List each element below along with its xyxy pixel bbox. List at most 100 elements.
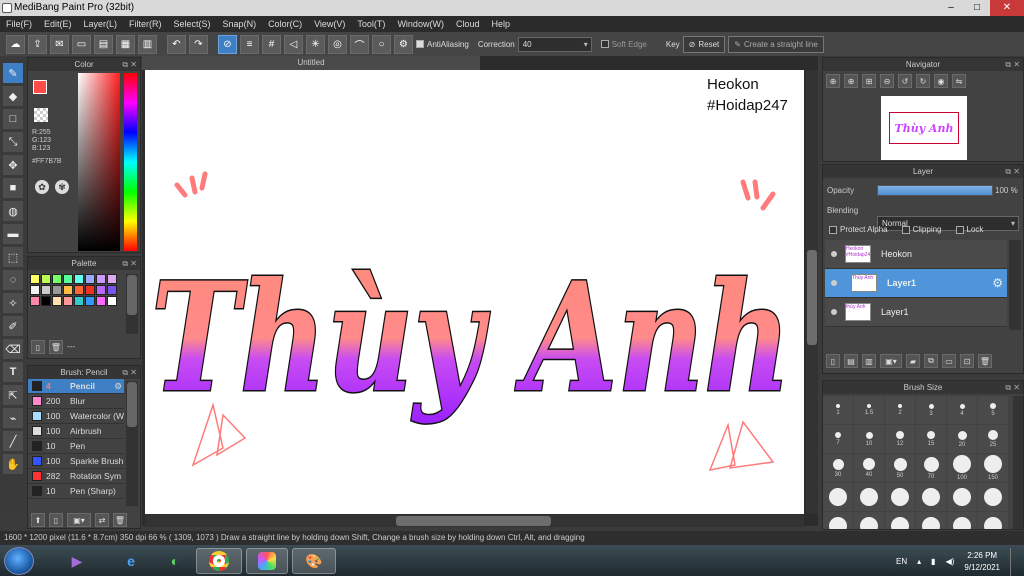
menu-view[interactable]: View(V): [308, 19, 351, 29]
navigator-preview[interactable]: Thùy Anh: [881, 96, 967, 160]
start-button[interactable]: [4, 547, 34, 575]
canvas-vertical-scroll-thumb[interactable]: [807, 250, 817, 345]
layer-scrollbar[interactable]: [1009, 240, 1021, 330]
select-eraser-tool-icon[interactable]: ⌫: [3, 339, 23, 359]
panel-float-icon[interactable]: ⧉ ✕: [122, 366, 137, 379]
zoom-out-icon[interactable]: ⊕: [844, 74, 858, 88]
palette-swatch[interactable]: [41, 285, 51, 295]
brush-size-cell[interactable]: 7: [823, 425, 853, 453]
chat-icon[interactable]: ✉: [50, 34, 69, 54]
brush-list-item[interactable]: 100 Watercolor (W: [28, 409, 124, 424]
brush-list-item[interactable]: 10 Pen: [28, 439, 124, 454]
opacity-slider[interactable]: [877, 185, 993, 196]
brush-size-cell[interactable]: 100: [947, 454, 977, 482]
dot-tool-icon[interactable]: □: [3, 109, 23, 129]
visibility-icon[interactable]: [831, 309, 837, 315]
new-8bit-layer-icon[interactable]: ▥: [862, 354, 876, 368]
circle-snap-icon[interactable]: ◎: [328, 34, 347, 54]
language-indicator[interactable]: EN: [896, 556, 907, 568]
tray-arrow-icon[interactable]: ▴: [917, 556, 921, 568]
brush-size-cell[interactable]: [885, 512, 915, 529]
brush-size-cell[interactable]: [854, 483, 884, 511]
brush-size-cell[interactable]: 50: [885, 454, 915, 482]
brush-size-cell[interactable]: 20: [947, 425, 977, 453]
brush-size-cell[interactable]: 1.5: [854, 396, 884, 424]
new-folder-icon[interactable]: ▰: [906, 354, 920, 368]
paint-icon[interactable]: 🎨: [292, 548, 336, 574]
brush-size-cell[interactable]: 3: [916, 396, 946, 424]
brush-size-cell[interactable]: 40: [854, 454, 884, 482]
gear-icon[interactable]: ⚙: [992, 276, 1003, 290]
brush-size-cell[interactable]: [947, 512, 977, 529]
visual-studio-icon[interactable]: ▶: [50, 548, 104, 574]
menu-edit[interactable]: Edit(E): [38, 19, 78, 29]
panel-float-icon[interactable]: ⧉ ✕: [1005, 58, 1020, 71]
palette-swatch[interactable]: [96, 296, 106, 306]
panel-float-icon[interactable]: ⧉ ✕: [1005, 381, 1020, 394]
brush-size-cell[interactable]: 15: [916, 425, 946, 453]
new-layer-icon[interactable]: ▯: [826, 354, 840, 368]
brush-size-cell[interactable]: 2: [885, 396, 915, 424]
brush-size-cell[interactable]: 1: [823, 396, 853, 424]
show-desktop-button[interactable]: [1010, 548, 1018, 576]
trash-icon[interactable]: ▥: [138, 34, 157, 54]
magic-wand-tool-icon[interactable]: ✧: [3, 293, 23, 313]
panel-float-icon[interactable]: ⧉ ✕: [1005, 165, 1020, 178]
clock[interactable]: 2:26 PM 9/12/2021: [964, 550, 1000, 574]
menu-color[interactable]: Color(C): [262, 19, 308, 29]
palette-swatch[interactable]: [107, 274, 117, 284]
smudge-tool-icon[interactable]: ⤡: [3, 132, 23, 152]
palette-swatch[interactable]: [107, 285, 117, 295]
redo-icon[interactable]: ↷: [189, 34, 208, 54]
antialiasing-toggle[interactable]: AntiAliasing: [416, 40, 469, 49]
bucket-tool-icon[interactable]: ◍: [3, 201, 23, 221]
lock-toggle[interactable]: Lock: [955, 225, 983, 234]
palette-swatch[interactable]: [96, 285, 106, 295]
eyedropper-tool-icon[interactable]: ⌁: [3, 408, 23, 428]
palette-swatch[interactable]: [96, 274, 106, 284]
brush-list-item[interactable]: 10 Pen (Sharp): [28, 484, 124, 499]
document-tab[interactable]: Untitled: [142, 56, 480, 70]
brush-size-cell[interactable]: 25: [978, 425, 1008, 453]
grid-snap-icon[interactable]: #: [262, 34, 281, 54]
palette-swatch[interactable]: [63, 274, 73, 284]
divide-tool-icon[interactable]: ╱: [3, 431, 23, 451]
brush-size-cell[interactable]: [823, 512, 853, 529]
visibility-icon[interactable]: [831, 251, 837, 257]
canvas-horizontal-scroll-thumb[interactable]: [396, 516, 551, 526]
saturation-value-picker[interactable]: [78, 73, 120, 251]
palette-swatch[interactable]: [63, 285, 73, 295]
save-icon[interactable]: ▦: [116, 34, 135, 54]
brush-size-cell[interactable]: [885, 483, 915, 511]
brush-size-scrollbar[interactable]: [1013, 396, 1023, 529]
volume-icon[interactable]: ◀): [946, 556, 955, 568]
brush-scrollbar[interactable]: [126, 381, 138, 506]
add-brush-icon[interactable]: ⬆: [31, 513, 45, 527]
maximize-button[interactable]: □: [964, 0, 990, 16]
menu-tool[interactable]: Tool(T): [351, 19, 391, 29]
brush-size-cell[interactable]: 10: [854, 425, 884, 453]
delete-layer-icon[interactable]: 🗑: [978, 354, 992, 368]
brush-menu-icon[interactable]: ▣▾: [67, 513, 91, 527]
brush-list-item[interactable]: 100 Sparkle Brush: [28, 454, 124, 469]
new-halftone-layer-icon[interactable]: ▤: [844, 354, 858, 368]
palette-swatch[interactable]: [30, 285, 40, 295]
menu-window[interactable]: Window(W): [391, 19, 450, 29]
brush-size-cell[interactable]: [916, 512, 946, 529]
snap-settings-icon[interactable]: ⚙: [394, 34, 413, 54]
foreground-color[interactable]: [33, 80, 47, 94]
palette-swatch[interactable]: [85, 274, 95, 284]
chrome-icon[interactable]: [196, 548, 242, 574]
brush-size-cell[interactable]: 12: [885, 425, 915, 453]
merge-down-icon[interactable]: ▭: [942, 354, 956, 368]
soft-edge-toggle[interactable]: Soft Edge: [600, 40, 647, 49]
palette-swatch[interactable]: [74, 274, 84, 284]
duplicate-layer-icon[interactable]: ⧉: [924, 354, 938, 368]
comment-icon[interactable]: ▭: [72, 34, 91, 54]
coccoc-icon[interactable]: ◐: [148, 548, 202, 574]
delete-palette-icon[interactable]: 🗑: [49, 340, 63, 354]
select-tool-icon[interactable]: ⬚: [3, 247, 23, 267]
palette-swatch[interactable]: [74, 285, 84, 295]
close-button[interactable]: ✕: [990, 0, 1024, 16]
menu-snap[interactable]: Snap(N): [217, 19, 263, 29]
